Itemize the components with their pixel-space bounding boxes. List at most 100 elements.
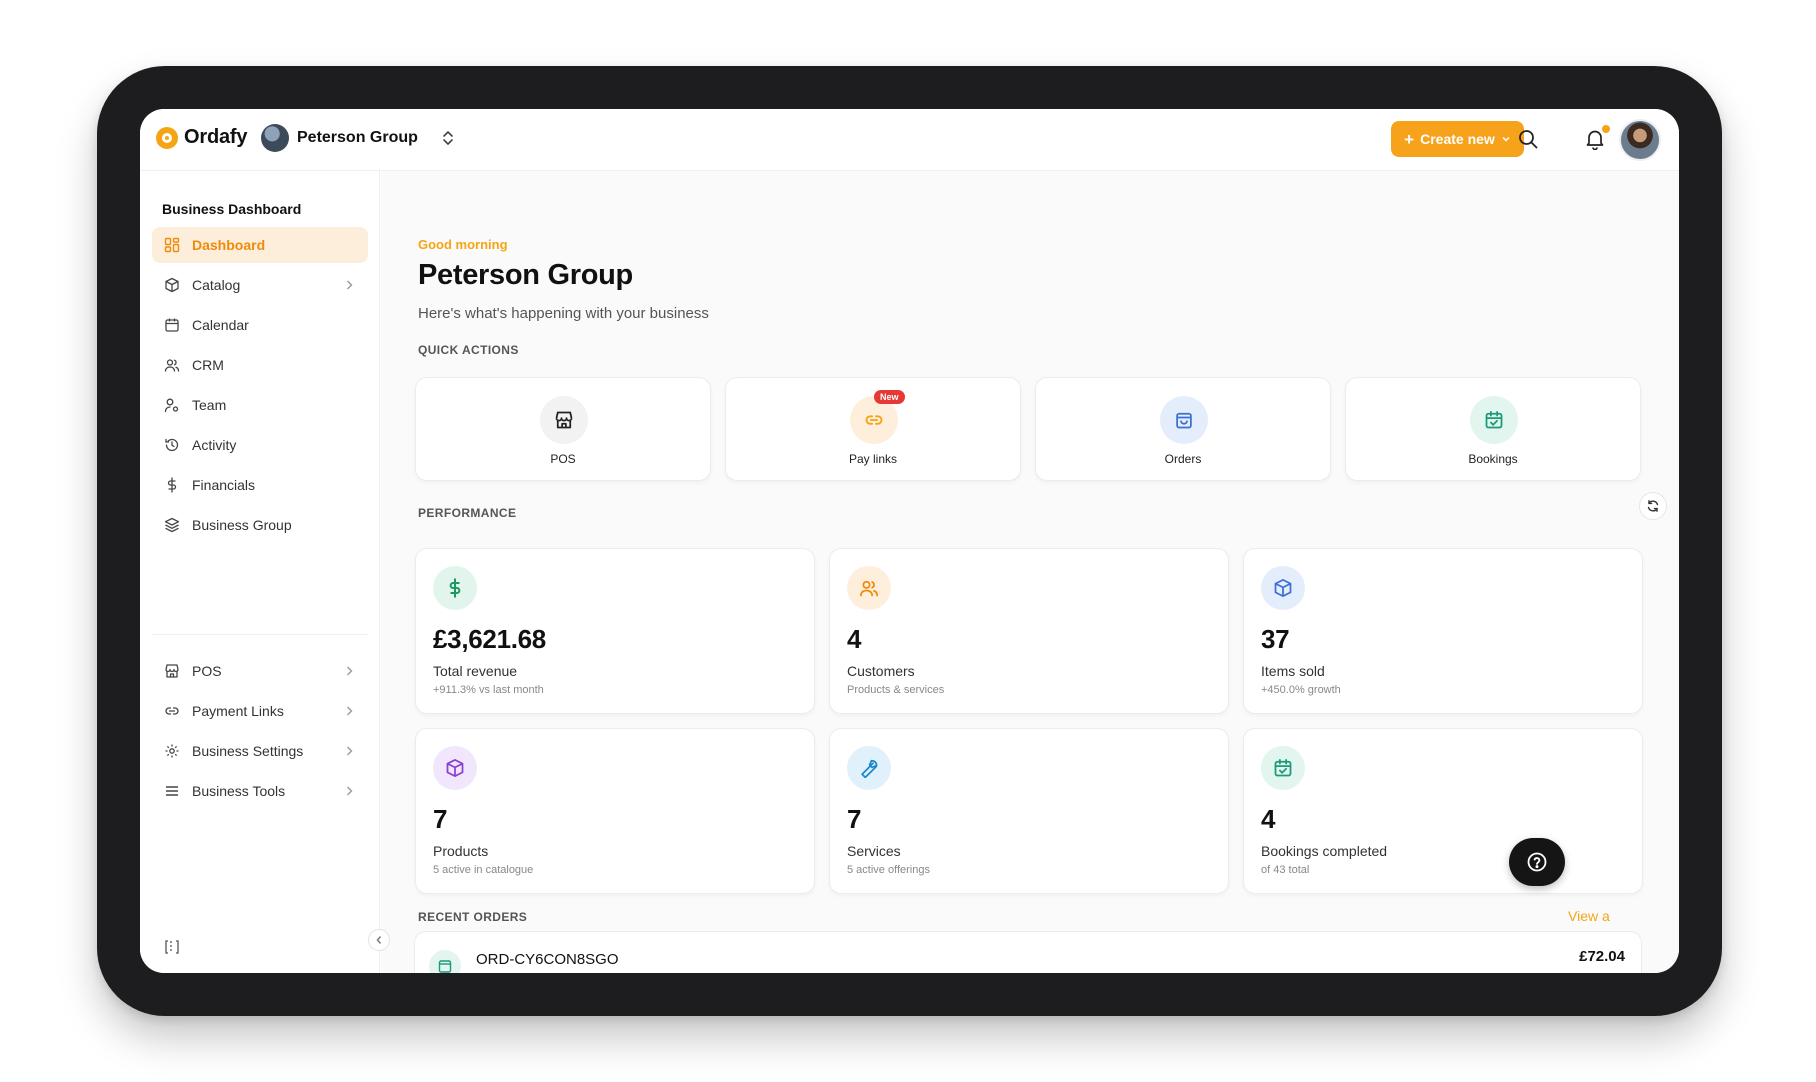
- view-all-link[interactable]: View a: [1568, 908, 1610, 924]
- stat-value: £3,621.68: [433, 624, 546, 654]
- quick-action-icon-bg: [1160, 396, 1208, 444]
- page-title: Peterson Group: [418, 259, 633, 291]
- org-avatar: [261, 124, 289, 152]
- sidebar-item-label: Team: [192, 397, 227, 413]
- quick-action-icon-bg: [1470, 396, 1518, 444]
- sidebar-item-financials[interactable]: Financials: [152, 467, 368, 503]
- dollar-icon: [167, 477, 177, 493]
- quick-action-orders[interactable]: Orders: [1035, 377, 1331, 481]
- stat-items-sold[interactable]: 37 Items sold +450.0% growth: [1243, 548, 1643, 714]
- history-icon: [165, 438, 179, 452]
- stat-services[interactable]: 7 Services 5 active offerings: [829, 728, 1229, 894]
- chevron-up-down-icon: [443, 131, 453, 145]
- performance-heading: PERFORMANCE: [418, 506, 517, 520]
- page-subtitle: Here's what's happening with your busine…: [418, 305, 709, 322]
- refresh-button[interactable]: [1639, 492, 1667, 520]
- sidebar-item-business-tools[interactable]: Business Tools: [152, 773, 368, 809]
- chevron-right-icon: [347, 786, 353, 796]
- stat-value: 4: [847, 624, 862, 654]
- quick-action-bookings[interactable]: Bookings: [1345, 377, 1641, 481]
- sidebar-item-label: Catalog: [192, 277, 241, 293]
- quick-action-label: POS: [550, 452, 576, 466]
- link-icon: [865, 415, 883, 425]
- sidebar-item-label: Activity: [192, 437, 237, 453]
- stat-label: Customers: [847, 663, 915, 679]
- stat-products[interactable]: 7 Products 5 active in catalogue: [415, 728, 815, 894]
- chevron-right-icon: [347, 706, 353, 716]
- sidebar-item-label: Payment Links: [192, 703, 284, 719]
- recent-orders-heading: RECENT ORDERS: [418, 910, 528, 924]
- org-switcher[interactable]: Peterson Group: [261, 124, 456, 152]
- sidebar-item-business-settings[interactable]: Business Settings: [152, 733, 368, 769]
- stat-icon-bg: [433, 566, 477, 610]
- new-badge: New: [874, 390, 905, 404]
- wrench-icon: [861, 759, 878, 778]
- box-icon: [165, 277, 179, 293]
- stat-subtext: Products & services: [847, 684, 945, 696]
- chevron-left-icon: [376, 936, 382, 944]
- dashboard-icon: [164, 237, 180, 253]
- create-new-button[interactable]: + Create new: [1391, 121, 1524, 157]
- sidebar-item-business-group[interactable]: Business Group: [152, 507, 368, 543]
- bag-icon: [438, 960, 452, 973]
- sidebar-item-calendar[interactable]: Calendar: [152, 307, 368, 343]
- stat-label: Total revenue: [433, 663, 518, 679]
- search-icon[interactable]: [1517, 128, 1539, 150]
- quick-action-label: Orders: [1164, 452, 1202, 466]
- stat-total-revenue[interactable]: £3,621.68 Total revenue +911.3% vs last …: [415, 548, 815, 714]
- stat-bookings-completed[interactable]: 4 Bookings completed of 43 total: [1243, 728, 1643, 894]
- sidebar-collapse-button[interactable]: [368, 929, 390, 951]
- dollar-icon: [449, 578, 461, 598]
- menu-icon: [165, 786, 179, 796]
- help-button[interactable]: [1509, 838, 1565, 886]
- sidebar-item-label: POS: [192, 663, 222, 679]
- quick-action-pos[interactable]: POS: [415, 377, 711, 481]
- quick-action-label: Bookings: [1468, 452, 1518, 466]
- team-icon: [164, 398, 179, 413]
- sidebar-title: Business Dashboard: [162, 201, 302, 217]
- app-screen: Ordafy Peterson Group + Create new Busin…: [140, 109, 1679, 973]
- create-new-label: Create new: [1420, 131, 1495, 147]
- greeting: Good morning: [418, 237, 508, 252]
- quick-action-pay-links[interactable]: New Pay links: [725, 377, 1021, 481]
- sidebar-item-payment-links[interactable]: Payment Links: [152, 693, 368, 729]
- cube-icon: [446, 759, 464, 777]
- sidebar-item-label: CRM: [192, 357, 224, 373]
- stat-icon-bg: [433, 746, 477, 790]
- order-row[interactable]: ORD-CY6CON8SGO £72.04: [414, 931, 1642, 973]
- gear-icon: [165, 744, 179, 758]
- refresh-icon: [1647, 500, 1659, 512]
- sidebar-item-dashboard[interactable]: Dashboard: [152, 227, 368, 263]
- sidebar-item-pos[interactable]: POS: [152, 653, 368, 689]
- stat-value: 7: [433, 804, 448, 834]
- sidebar-panel-icon[interactable]: [164, 939, 180, 955]
- stat-subtext: +450.0% growth: [1261, 684, 1341, 696]
- sidebar-item-team[interactable]: Team: [152, 387, 368, 423]
- cube-icon: [1274, 579, 1292, 597]
- users-icon: [164, 359, 180, 372]
- ordafy-logo-icon: [156, 126, 178, 149]
- sidebar-item-catalog[interactable]: Catalog: [152, 267, 368, 303]
- quick-actions-heading: QUICK ACTIONS: [418, 343, 519, 357]
- sidebar-item-activity[interactable]: Activity: [152, 427, 368, 463]
- stat-subtext: 5 active offerings: [847, 864, 930, 876]
- user-avatar[interactable]: [1619, 119, 1661, 161]
- calendar-check-icon: [1485, 411, 1503, 429]
- order-icon-bg: [429, 950, 461, 973]
- stat-customers[interactable]: 4 Customers Products & services: [829, 548, 1229, 714]
- app-logo[interactable]: Ordafy: [156, 126, 247, 149]
- sidebar-item-label: Calendar: [192, 317, 249, 333]
- notification-dot: [1602, 125, 1610, 133]
- stat-icon-bg: [1261, 566, 1305, 610]
- stat-icon-bg: [847, 566, 891, 610]
- store-icon: [165, 664, 179, 678]
- order-amount: £72.04: [1579, 948, 1625, 965]
- stat-value: 4: [1261, 804, 1276, 834]
- quick-action-label: Pay links: [848, 452, 898, 466]
- stat-label: Services: [847, 843, 901, 859]
- stat-value: 7: [847, 804, 862, 834]
- top-bar: Ordafy Peterson Group + Create new: [140, 109, 1679, 171]
- calendar-check-icon: [1274, 759, 1292, 777]
- link-icon: [165, 707, 179, 715]
- sidebar-item-crm[interactable]: CRM: [152, 347, 368, 383]
